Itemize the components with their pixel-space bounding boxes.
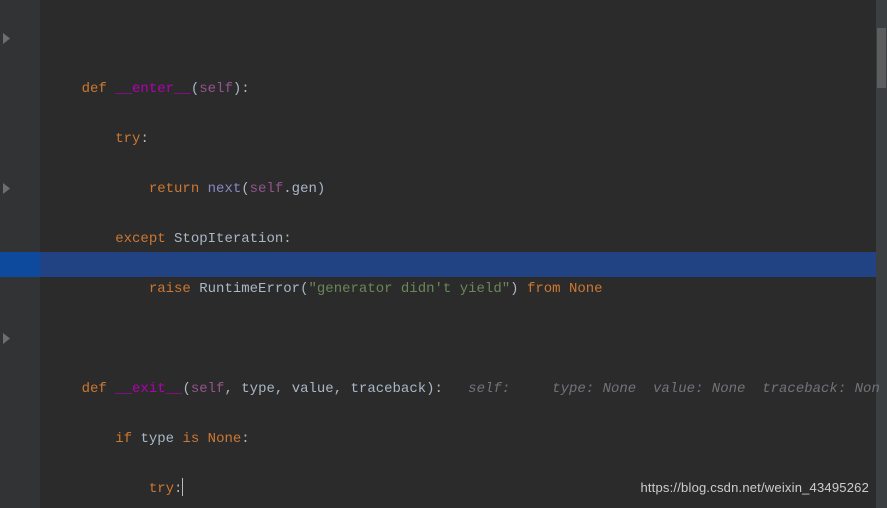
code-line: raise RuntimeError("generator didn't yie… <box>48 277 887 302</box>
code-line: except StopIteration: <box>48 227 887 252</box>
code-line <box>48 327 887 352</box>
inline-param-hint: self: type: None value: None traceback: … <box>468 381 880 397</box>
text-cursor <box>182 478 183 496</box>
fold-marker-icon[interactable] <box>2 332 10 344</box>
fold-marker-icon[interactable] <box>2 32 10 44</box>
code-area[interactable]: def __enter__(self): try: return next(se… <box>40 0 887 508</box>
fold-marker-icon[interactable] <box>2 182 10 194</box>
code-editor[interactable]: def __enter__(self): try: return next(se… <box>0 0 887 508</box>
code-line: def __exit__(self, type, value, tracebac… <box>48 377 887 402</box>
gutter-marks <box>0 0 40 508</box>
code-line: if type is None: <box>48 427 887 452</box>
code-line: return next(self.gen) <box>48 177 887 202</box>
watermark-text: https://blog.csdn.net/weixin_43495262 <box>640 475 869 500</box>
code-line: try: <box>48 127 887 152</box>
code-line: def __enter__(self): <box>48 77 887 102</box>
